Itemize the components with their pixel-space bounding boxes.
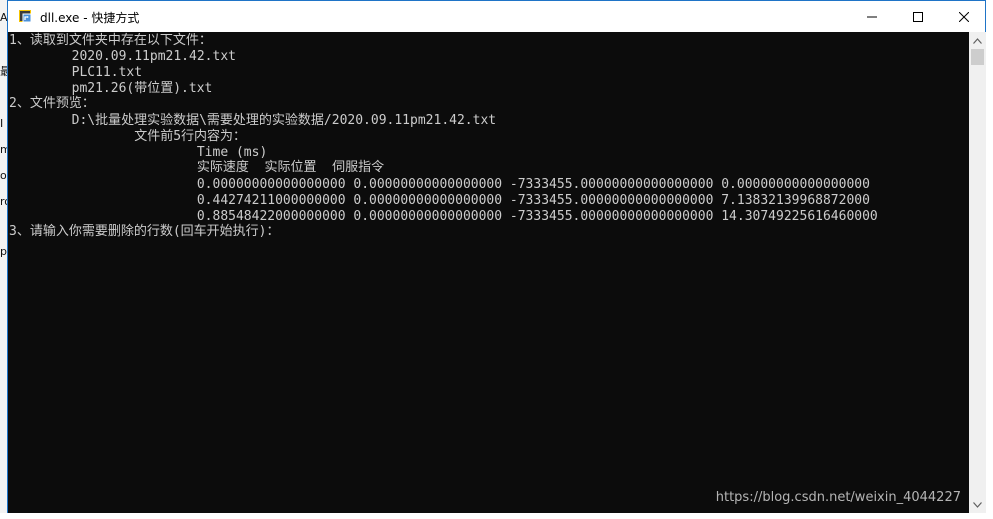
console-line: 2、文件预览： bbox=[9, 96, 95, 111]
minimize-button[interactable] bbox=[849, 1, 895, 32]
minimize-icon bbox=[867, 16, 877, 17]
console-line: 3、请输入你需要删除的行数(回车开始执行)： bbox=[9, 224, 280, 239]
console-window[interactable]: dll.exe - 快捷方式 1、读取到文件夹中存在以下文件： 2020.09.… bbox=[7, 0, 986, 513]
maximize-button[interactable] bbox=[895, 1, 941, 32]
console-line: Time (ms) bbox=[9, 145, 268, 160]
scroll-up-arrow-icon bbox=[973, 37, 982, 44]
maximize-icon bbox=[913, 11, 923, 22]
console-line: 文件前5行内容为： bbox=[9, 129, 247, 144]
scrollbar-thumb[interactable] bbox=[971, 49, 984, 65]
console-line: 0.00000000000000000 0.00000000000000000 … bbox=[9, 177, 870, 192]
scroll-down-arrow-icon bbox=[973, 501, 982, 508]
console-output[interactable]: 1、读取到文件夹中存在以下文件： 2020.09.11pm21.42.txt P… bbox=[8, 32, 969, 513]
console-line: pm21.26(带位置).txt bbox=[9, 81, 213, 96]
exe-shortcut-icon bbox=[19, 10, 32, 23]
console-line: 1、读取到文件夹中存在以下文件： bbox=[9, 33, 212, 48]
console-line: 0.88548422000000000 0.00000000000000000 … bbox=[9, 209, 878, 224]
desktop-edge bbox=[0, 513, 993, 519]
close-icon bbox=[959, 11, 969, 22]
scroll-down-button[interactable] bbox=[969, 496, 986, 513]
close-button[interactable] bbox=[941, 1, 987, 32]
console-line: D:\批量处理实验数据\需要处理的实验数据/2020.09.11pm21.42.… bbox=[9, 113, 497, 128]
console-line: 实际速度 实际位置 伺服指令 bbox=[9, 160, 385, 175]
vertical-scrollbar[interactable] bbox=[969, 32, 986, 513]
window-title: dll.exe - 快捷方式 bbox=[40, 11, 140, 25]
console-line: PLC11.txt bbox=[9, 65, 143, 80]
scroll-up-button[interactable] bbox=[969, 32, 986, 49]
console-line: 2020.09.11pm21.42.txt bbox=[9, 49, 236, 64]
console-line: 0.44274211000000000 0.00000000000000000 … bbox=[9, 193, 870, 208]
watermark-text: https://blog.csdn.net/weixin_4044227 bbox=[715, 490, 961, 505]
title-bar[interactable]: dll.exe - 快捷方式 bbox=[8, 1, 985, 32]
